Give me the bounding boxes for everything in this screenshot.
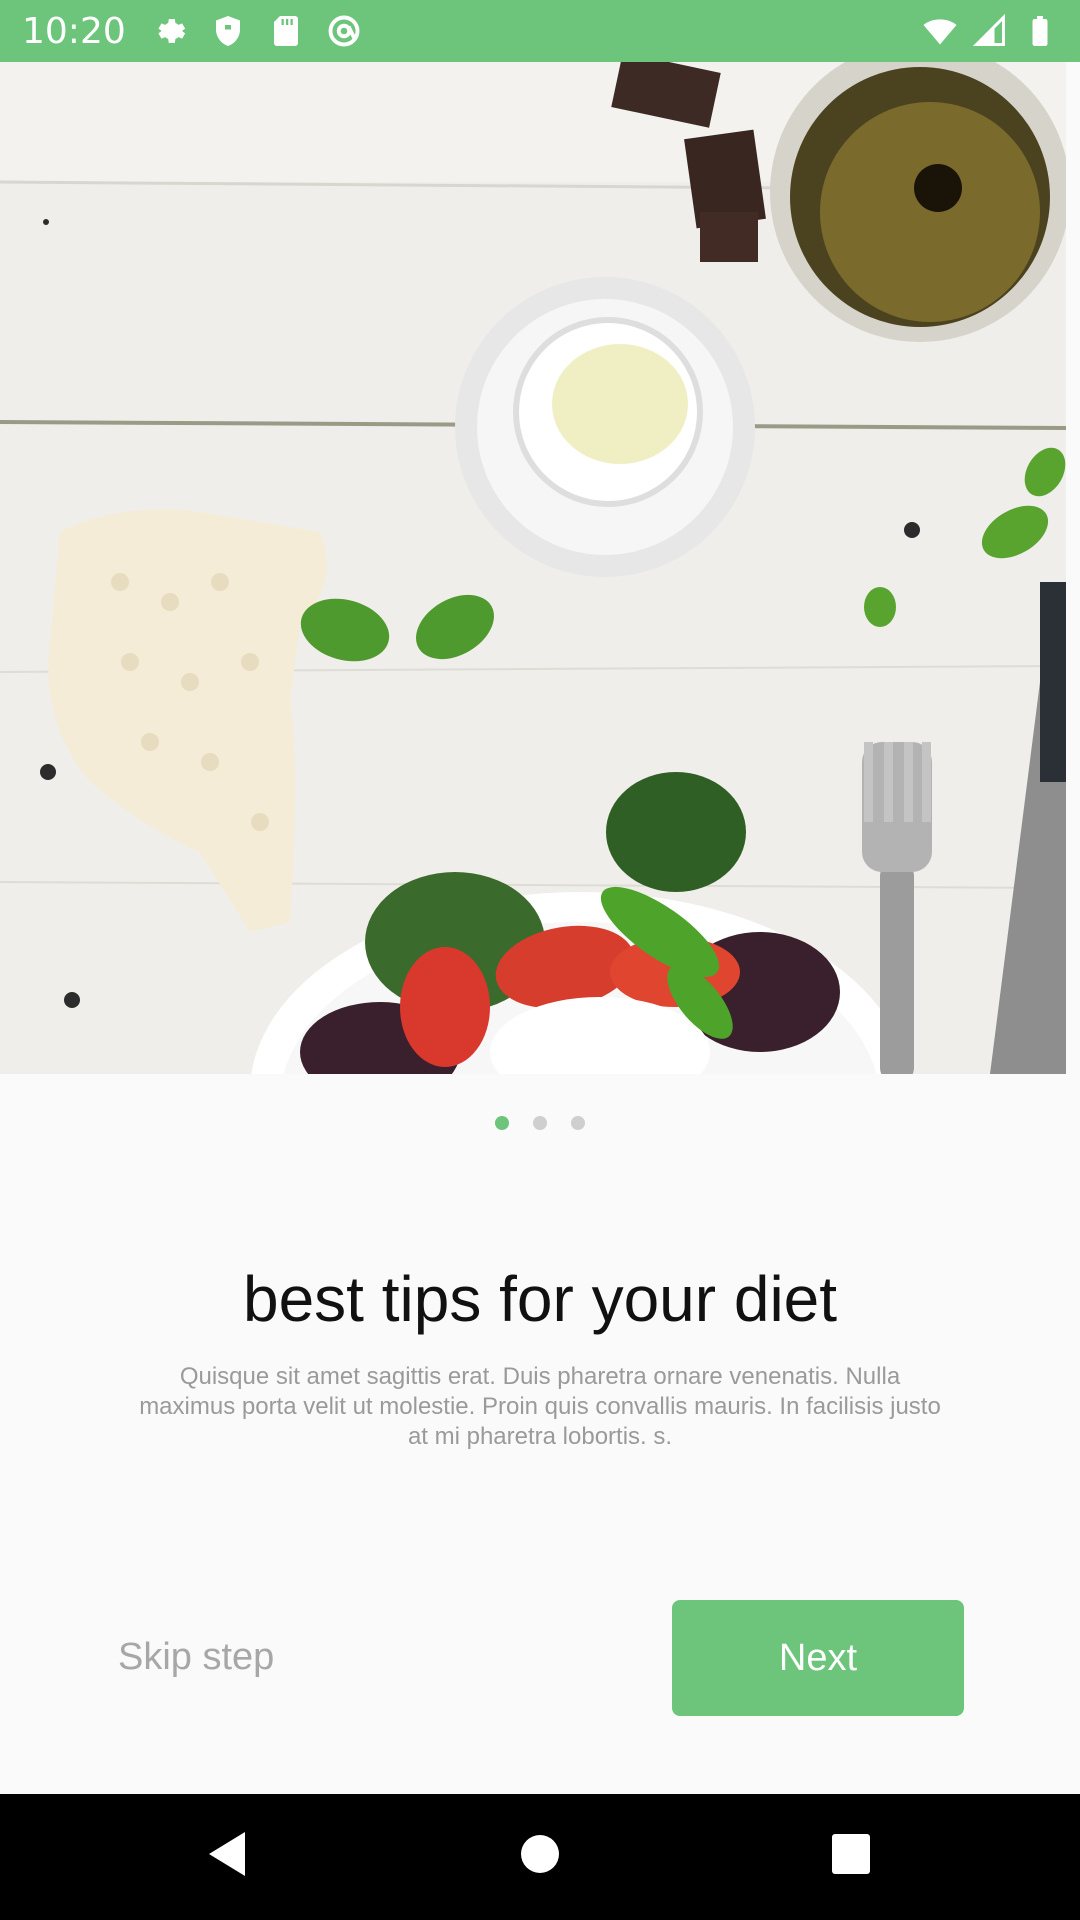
shield-icon (215, 16, 240, 46)
page-dot-2[interactable] (533, 1116, 547, 1130)
at-sign-icon (328, 15, 360, 47)
settings-icon (158, 19, 185, 44)
page-title: best tips for your diet (242, 1263, 838, 1335)
food-photo (0, 62, 1066, 1074)
page-dot-1[interactable] (495, 1116, 509, 1130)
hero-food-image (0, 62, 1066, 1074)
back-icon[interactable] (205, 1830, 249, 1878)
signal-icon (972, 13, 1005, 46)
status-time: 10:20 (22, 10, 126, 52)
sd-card-icon (273, 16, 298, 46)
battery-icon (1032, 16, 1048, 46)
page-indicator (0, 1116, 1080, 1130)
wifi-icon (923, 19, 957, 45)
page-description: Quisque sit amet sagittis erat. Duis pha… (139, 1363, 941, 1450)
home-icon[interactable] (520, 1830, 560, 1878)
recents-icon[interactable] (830, 1830, 872, 1878)
page-dot-3[interactable] (571, 1116, 585, 1130)
skip-step-button[interactable]: Skip step (118, 1636, 274, 1679)
status-bar: 10:20 (0, 0, 1080, 62)
navigation-bar (0, 1794, 1080, 1920)
next-button[interactable]: Next (672, 1600, 964, 1716)
